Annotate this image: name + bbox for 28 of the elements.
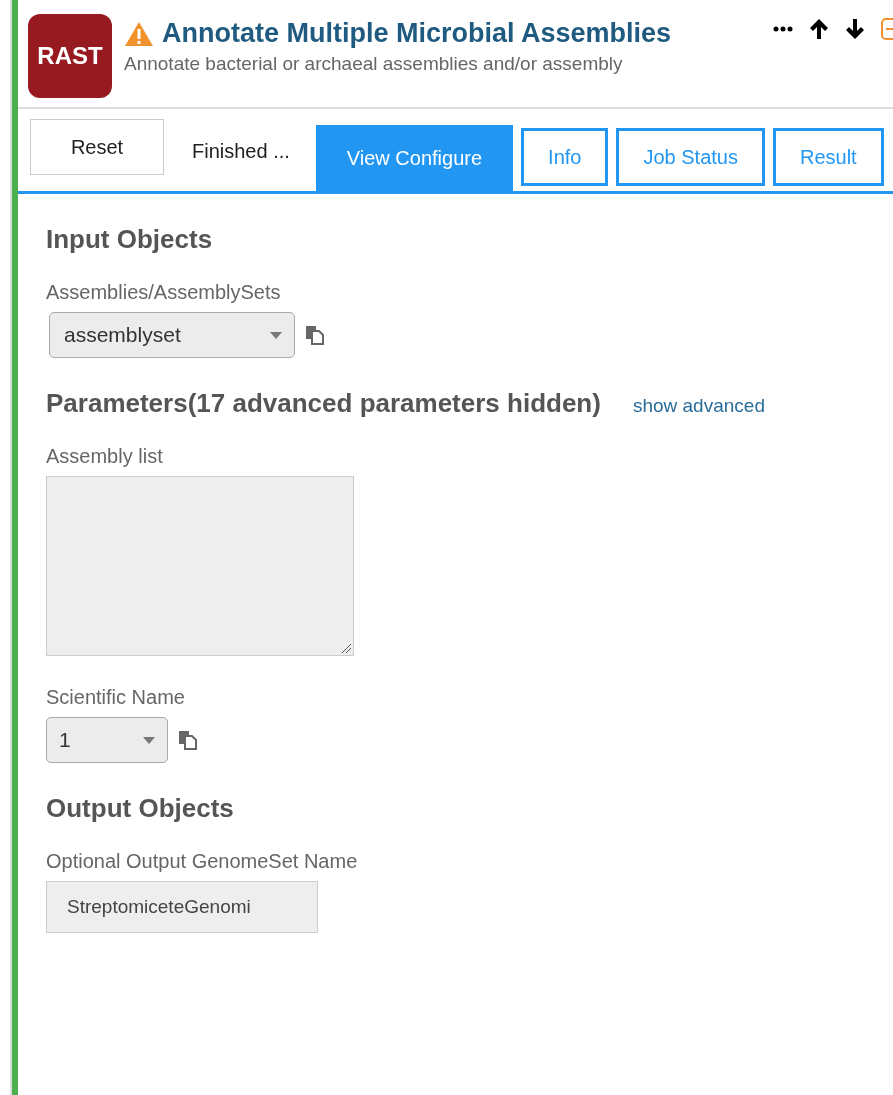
field-label: Optional Output GenomeSet Name	[46, 850, 359, 873]
section-heading: Parameters(17 advanced parameters hidden)	[46, 388, 601, 419]
section-heading: Input Objects	[46, 224, 213, 255]
app-subtitle: Annotate bacterial or archaeal assemblies and/or assembly	[124, 53, 624, 75]
section-heading: Output Objects	[46, 793, 234, 824]
tab[interactable]: View Configure	[315, 125, 514, 191]
field-label: Scientific Name	[46, 686, 186, 709]
field-label: Assemblies/AssemblySets	[46, 281, 282, 304]
reset-button[interactable]: Reset	[30, 119, 164, 175]
copy-icon[interactable]	[305, 325, 325, 345]
app-title: Annotate Multiple Microbial Assemblies	[162, 18, 672, 49]
tab[interactable]: Job Status	[616, 128, 765, 186]
dropdown[interactable]: assemblyset	[49, 312, 295, 358]
input-field[interactable]: StreptomiceteGenomi	[46, 881, 318, 933]
tab[interactable]: Info	[521, 128, 609, 186]
arrow-down-icon[interactable]	[845, 18, 865, 40]
caret-icon	[270, 331, 282, 339]
tab[interactable]: Result	[772, 128, 884, 186]
dropdown[interactable]: 1	[46, 717, 168, 763]
job-status-text: Finished ...	[192, 140, 290, 164]
resize-grip-icon	[341, 643, 351, 653]
app-logo: RAST	[28, 14, 112, 98]
more-icon[interactable]	[773, 26, 793, 32]
field-label: Assembly list	[46, 445, 164, 468]
copy-icon[interactable]	[178, 730, 198, 750]
show-advanced-link[interactable]: show advanced	[632, 395, 765, 417]
caret-icon	[143, 736, 155, 744]
arrow-up-icon[interactable]	[809, 18, 829, 40]
